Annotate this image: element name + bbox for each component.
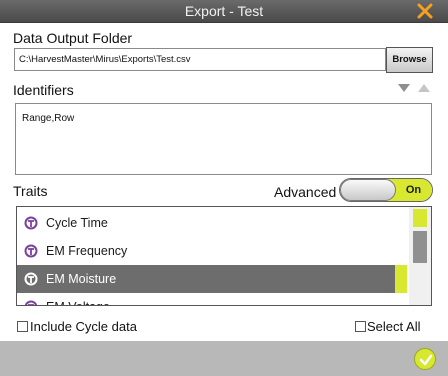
trait-name: EM Moisture [46,272,117,286]
confirm-button[interactable] [414,348,436,370]
checkmark-icon [419,354,433,366]
close-icon[interactable] [416,1,434,21]
trait-name: EM Frequency [46,244,128,258]
window-title: Export - Test [184,3,264,19]
list-item-selected[interactable]: EM Moisture [17,265,407,293]
trait-name: Cycle Time [46,216,108,230]
advanced-toggle[interactable]: On [339,178,433,202]
select-all-label: Select All [367,319,421,334]
trait-icon [24,216,38,230]
trait-name: EM Voltage [46,293,110,305]
list-item[interactable]: EM Frequency [17,237,407,265]
include-cycle-label: Include Cycle data [30,319,137,334]
traits-label: Traits [13,183,48,199]
identifiers-field[interactable]: Range,Row [15,103,432,175]
sort-up-icon[interactable] [418,84,430,92]
sort-down-icon[interactable] [398,84,410,92]
advanced-label: Advanced [274,184,337,200]
footer-bar [0,341,448,376]
traits-list[interactable]: Cycle Time EM Frequency EM Moisture EM V… [16,206,432,306]
trait-icon [24,244,38,258]
list-item[interactable]: EM Voltage [17,293,407,305]
trait-icon [24,300,38,305]
browse-button[interactable]: Browse [386,47,433,73]
output-folder-label: Data Output Folder [13,30,133,46]
trait-icon [24,272,38,286]
include-cycle-checkbox[interactable] [17,321,28,332]
scrollbar[interactable] [409,207,431,305]
identifiers-label: Identifiers [13,82,74,98]
list-item[interactable]: Cycle Time [17,209,407,237]
scroll-thumb[interactable] [413,231,427,263]
scroll-top-marker [413,209,427,227]
select-all-checkbox[interactable] [355,321,366,332]
title-bar: Export - Test [0,0,448,23]
selection-marker [395,265,407,293]
toggle-knob[interactable] [340,179,396,201]
output-path-field[interactable]: C:\HarvestMaster\Mirus\Exports\Test.csv [14,48,386,71]
